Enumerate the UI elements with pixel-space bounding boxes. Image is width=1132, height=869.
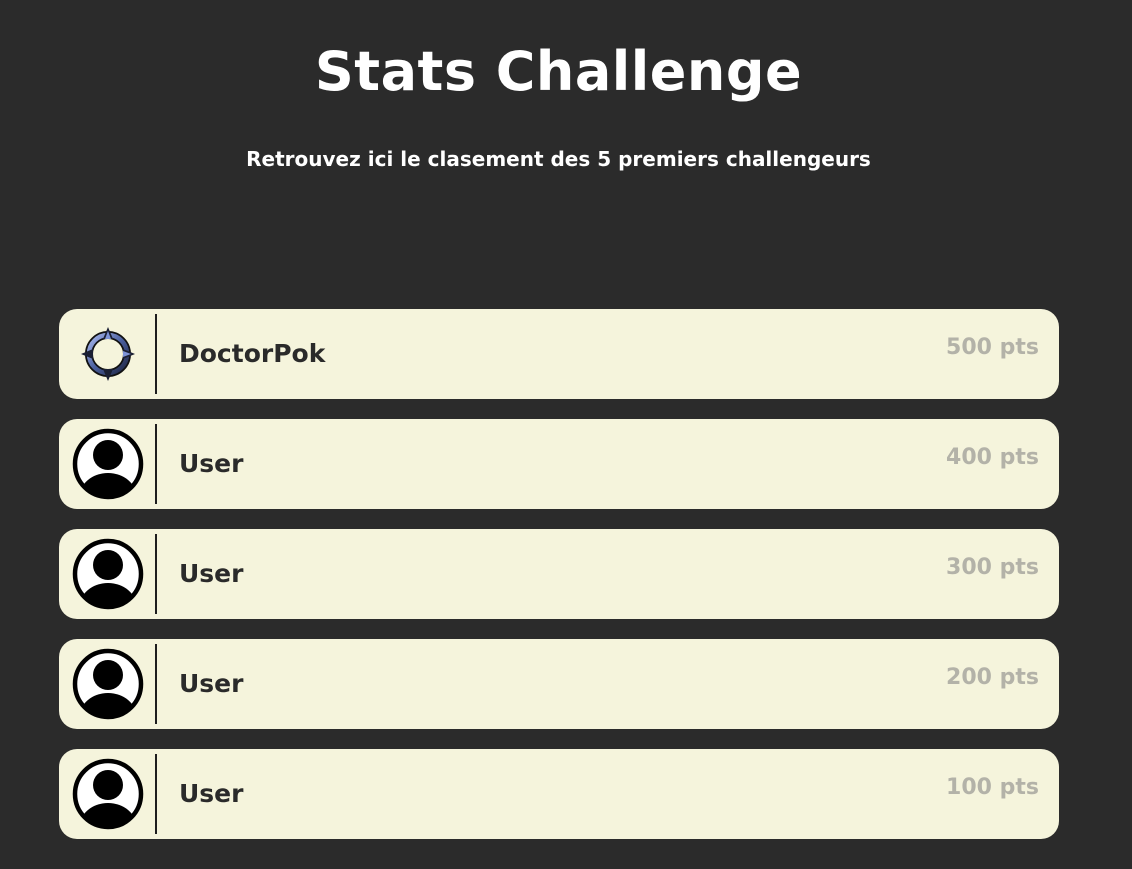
leaderboard-row[interactable]: User 400 pts: [59, 419, 1059, 509]
player-points: 200 pts: [946, 665, 1039, 690]
avatar: [59, 749, 156, 839]
leaderboard-row[interactable]: User 200 pts: [59, 639, 1059, 729]
row-divider: [155, 754, 157, 834]
row-divider: [155, 534, 157, 614]
leaderboard-row[interactable]: User 300 pts: [59, 529, 1059, 619]
avatar: [59, 309, 156, 399]
user-avatar-icon: [72, 538, 143, 610]
player-name: User: [179, 559, 244, 588]
player-points: 400 pts: [946, 445, 1039, 470]
page-title: Stats Challenge: [314, 40, 803, 103]
crosshair-icon: [80, 327, 135, 381]
player-name: User: [179, 449, 244, 478]
avatar: [59, 419, 156, 509]
row-divider: [155, 424, 157, 504]
avatar: [59, 529, 156, 619]
user-avatar-icon: [72, 428, 143, 500]
player-name: DoctorPok: [179, 339, 326, 368]
player-points: 300 pts: [946, 555, 1039, 580]
user-avatar-icon: [72, 758, 143, 830]
leaderboard-list: DoctorPok 500 pts User 400 pts User 300 …: [59, 309, 1059, 859]
leaderboard-row[interactable]: User 100 pts: [59, 749, 1059, 839]
leaderboard-row[interactable]: DoctorPok 500 pts: [59, 309, 1059, 399]
row-divider: [155, 314, 157, 394]
player-points: 100 pts: [946, 775, 1039, 800]
avatar: [59, 639, 156, 729]
player-name: User: [179, 779, 244, 808]
user-avatar-icon: [72, 648, 143, 720]
row-divider: [155, 644, 157, 724]
player-name: User: [179, 669, 244, 698]
player-points: 500 pts: [946, 335, 1039, 360]
page-subtitle: Retrouvez ici le clasement des 5 premier…: [246, 147, 871, 171]
